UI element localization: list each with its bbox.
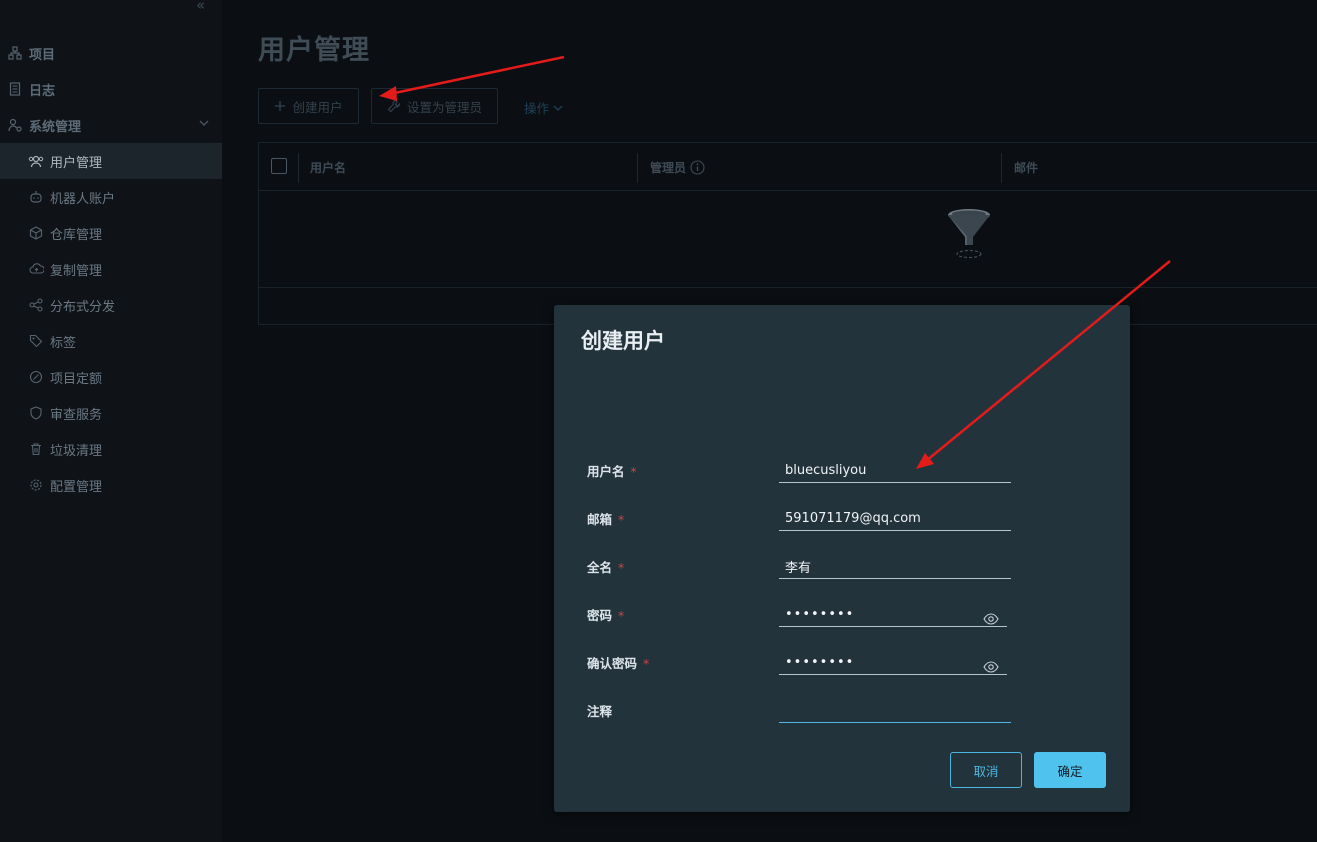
sidebar-item-label: 系统管理 bbox=[29, 119, 82, 135]
trash-icon bbox=[28, 441, 44, 457]
sidebar-item-config[interactable]: 配置管理 bbox=[0, 467, 222, 503]
set-admin-button[interactable]: 设置为管理员 bbox=[371, 88, 498, 124]
empty-funnel-icon bbox=[945, 205, 993, 265]
cancel-button[interactable]: 取消 bbox=[950, 752, 1022, 788]
eye-icon[interactable] bbox=[983, 658, 999, 673]
sidebar-item-label: 垃圾清理 bbox=[50, 443, 103, 459]
column-admin[interactable]: 管理员 bbox=[650, 159, 705, 176]
actions-dropdown[interactable]: 操作 bbox=[524, 98, 564, 117]
sidebar-item-gc[interactable]: 垃圾清理 bbox=[0, 431, 222, 467]
quota-icon bbox=[28, 369, 44, 385]
replication-icon bbox=[28, 261, 44, 277]
app-window: « 项目 日志 系统管理 用户管理 机器人账户 仓库管理 复制管理 分布式分发 … bbox=[0, 0, 1317, 842]
column-admin-label: 管理员 bbox=[650, 161, 687, 175]
confirm-password-label: 确认密码 * bbox=[587, 653, 649, 672]
sidebar-item-admin[interactable]: 系统管理 bbox=[0, 107, 222, 143]
select-all-checkbox[interactable] bbox=[271, 158, 287, 174]
password-label-text: 密码 bbox=[587, 608, 613, 623]
eye-icon[interactable] bbox=[983, 610, 999, 625]
table-header: 用户名 管理员 邮件 bbox=[259, 143, 1317, 191]
info-icon[interactable] bbox=[690, 160, 705, 175]
page-title: 用户管理 bbox=[258, 35, 370, 66]
username-label: 用户名 * bbox=[587, 461, 637, 480]
set-admin-label: 设置为管理员 bbox=[406, 99, 482, 115]
required-mark: * bbox=[618, 608, 625, 623]
comment-label: 注释 bbox=[587, 704, 613, 719]
log-icon bbox=[7, 81, 23, 97]
create-user-button[interactable]: 创建用户 bbox=[258, 88, 359, 124]
plus-icon bbox=[274, 100, 286, 112]
sidebar-item-label: 标签 bbox=[50, 335, 77, 351]
sidebar-item-replications[interactable]: 复制管理 bbox=[0, 251, 222, 287]
required-mark: * bbox=[618, 512, 625, 527]
fullname-label: 全名 * bbox=[587, 557, 624, 576]
sidebar-item-label: 机器人账户 bbox=[50, 191, 116, 207]
sidebar-item-label: 项目定额 bbox=[50, 371, 103, 387]
sidebar-item-label: 用户管理 bbox=[50, 155, 103, 171]
ok-button[interactable]: 确定 bbox=[1034, 752, 1106, 788]
sidebar-item-label: 分布式分发 bbox=[50, 299, 116, 315]
sidebar-item-logs[interactable]: 日志 bbox=[0, 71, 222, 107]
username-input[interactable] bbox=[779, 458, 1011, 483]
distribution-icon bbox=[28, 297, 44, 313]
confirm-password-label-text: 确认密码 bbox=[587, 656, 638, 671]
fullname-input[interactable] bbox=[779, 554, 1011, 579]
comment-input[interactable] bbox=[779, 698, 1011, 723]
username-label-text: 用户名 bbox=[587, 464, 625, 479]
users-table: 用户名 管理员 邮件 bbox=[258, 142, 1317, 325]
admin-icon bbox=[7, 117, 23, 133]
sidebar-item-distributions[interactable]: 分布式分发 bbox=[0, 287, 222, 323]
sidebar-item-projects[interactable]: 项目 bbox=[0, 35, 222, 71]
sidebar-item-registries[interactable]: 仓库管理 bbox=[0, 215, 222, 251]
column-divider bbox=[1001, 153, 1002, 183]
table-empty-placeholder bbox=[259, 191, 1317, 288]
confirm-password-input[interactable] bbox=[779, 650, 1007, 675]
column-divider bbox=[298, 153, 299, 183]
sidebar-item-label: 配置管理 bbox=[50, 479, 103, 495]
email-input[interactable] bbox=[779, 506, 1011, 531]
column-email[interactable]: 邮件 bbox=[1014, 159, 1038, 176]
gear-icon bbox=[28, 477, 44, 493]
chevron-down-icon bbox=[552, 102, 564, 114]
column-username[interactable]: 用户名 bbox=[310, 159, 346, 176]
email-label-text: 邮箱 bbox=[587, 512, 613, 527]
registry-icon bbox=[28, 225, 44, 241]
collapse-sidebar-icon[interactable]: « bbox=[196, 0, 205, 14]
required-mark: * bbox=[630, 464, 637, 479]
tag-icon bbox=[28, 333, 44, 349]
required-mark: * bbox=[643, 656, 650, 671]
create-user-dialog: 创建用户 用户名 * 邮箱 * 全名 * 密码 * 确认密码 * 注释 取消 确定 bbox=[554, 305, 1130, 812]
sidebar-item-label: 项目 bbox=[29, 47, 56, 63]
fullname-label-text: 全名 bbox=[587, 560, 613, 575]
sidebar-item-label: 仓库管理 bbox=[50, 227, 103, 243]
shield-icon bbox=[28, 405, 44, 421]
sidebar-item-label: 复制管理 bbox=[50, 263, 103, 279]
actions-label: 操作 bbox=[524, 101, 550, 116]
dialog-title: 创建用户 bbox=[581, 329, 665, 353]
password-input[interactable] bbox=[779, 602, 1007, 627]
users-icon bbox=[28, 153, 44, 169]
sidebar-item-interrogation[interactable]: 审查服务 bbox=[0, 395, 222, 431]
column-divider bbox=[637, 153, 638, 183]
sidebar-item-label: 日志 bbox=[29, 83, 56, 99]
email-label: 邮箱 * bbox=[587, 509, 624, 528]
required-mark: * bbox=[618, 560, 625, 575]
robot-icon bbox=[28, 189, 44, 205]
sidebar: « 项目 日志 系统管理 用户管理 机器人账户 仓库管理 复制管理 分布式分发 … bbox=[0, 0, 222, 842]
password-label: 密码 * bbox=[587, 605, 624, 624]
sidebar-item-users[interactable]: 用户管理 bbox=[0, 143, 222, 179]
chevron-down-icon[interactable] bbox=[198, 117, 210, 133]
create-user-label: 创建用户 bbox=[292, 99, 343, 115]
wrench-icon bbox=[387, 99, 401, 113]
sidebar-item-quotas[interactable]: 项目定额 bbox=[0, 359, 222, 395]
project-icon bbox=[7, 45, 23, 61]
sidebar-item-robot-accounts[interactable]: 机器人账户 bbox=[0, 179, 222, 215]
sidebar-item-labels[interactable]: 标签 bbox=[0, 323, 222, 359]
sidebar-item-label: 审查服务 bbox=[50, 407, 103, 423]
